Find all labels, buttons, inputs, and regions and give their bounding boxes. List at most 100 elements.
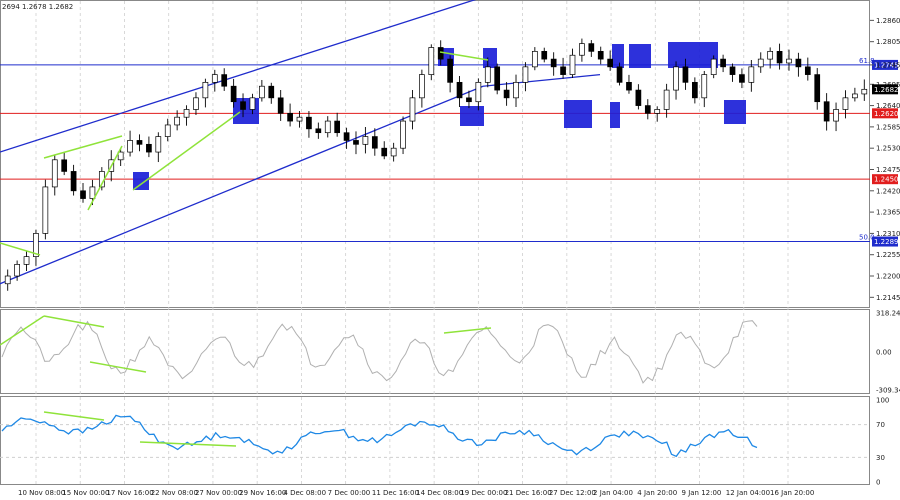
divergence-lines — [0, 51, 489, 256]
signal-zone — [668, 42, 718, 68]
rsi-tick-label: 70 — [876, 421, 885, 429]
candle-body — [14, 264, 20, 277]
candle-body — [4, 275, 11, 285]
candle-body — [701, 74, 708, 99]
candle-body — [852, 93, 858, 99]
candle-body — [334, 120, 341, 134]
candle-body — [456, 81, 463, 99]
x-tick-label: 21 Dec 16:00 — [505, 489, 552, 497]
candle-body — [42, 186, 49, 234]
candle-body — [720, 58, 726, 68]
current-price-text: 1.2682 — [874, 86, 899, 94]
candle-body — [61, 159, 68, 172]
candle-body — [277, 97, 284, 114]
x-tick-label: 27 Dec 12:00 — [549, 489, 596, 497]
candle-body — [211, 74, 218, 83]
x-tick-label: 14 Dec 08:00 — [416, 489, 463, 497]
y-tick-label: 1.2365 — [876, 209, 900, 217]
candle-body — [437, 47, 444, 60]
candle-body — [833, 109, 839, 122]
candle-body — [371, 136, 378, 149]
x-tick-label: 17 Nov 16:00 — [106, 489, 153, 497]
cci-panel-frame — [0, 309, 870, 394]
candle-body — [390, 147, 397, 157]
rsi-tick-label: 100 — [876, 397, 889, 405]
rsi-panel-frame — [0, 396, 870, 485]
candle-body — [447, 58, 453, 83]
candle-body — [221, 74, 228, 87]
channel-upper-line — [0, 0, 477, 153]
candle-body — [541, 51, 548, 60]
candle-body — [466, 97, 472, 103]
candle-body — [635, 89, 642, 106]
x-tick-label: 27 Nov 00:00 — [195, 489, 242, 497]
candle-body — [767, 51, 774, 60]
candle-body — [70, 171, 77, 192]
candle-body — [155, 136, 162, 153]
signal-zone — [629, 44, 651, 68]
candle-body — [315, 128, 322, 134]
candle-body — [626, 81, 632, 91]
fib-label: 50.0 — [859, 234, 875, 242]
candle-body — [343, 132, 350, 141]
y-tick-label: 1.2200 — [876, 273, 900, 281]
y-tick-label: 1.2145 — [876, 294, 900, 302]
x-tick-label: 4 Jan 20:00 — [637, 489, 677, 497]
y-tick-label: 1.2805 — [876, 38, 900, 46]
candle-body — [306, 116, 312, 130]
x-tick-label: 4 Dec 08:00 — [283, 489, 326, 497]
candle-body — [823, 101, 830, 122]
candle-body — [531, 51, 538, 68]
cci-divergence-line — [443, 327, 492, 334]
candle-body — [202, 81, 209, 99]
signal-zones — [133, 42, 746, 190]
candle-body — [644, 105, 651, 114]
candle-body — [240, 101, 246, 110]
candle-body — [249, 97, 256, 110]
x-tick-label: 19 Dec 00:00 — [460, 489, 507, 497]
candle-body — [786, 58, 792, 64]
x-tick-label: 12 Jan 04:00 — [726, 489, 770, 497]
candle-body — [513, 81, 519, 99]
candle-body — [739, 74, 745, 83]
x-tick-label: 11 Dec 16:00 — [372, 489, 419, 497]
cci-divergence-line — [43, 315, 105, 328]
candle-body — [673, 66, 679, 91]
y-tick-label: 1.2310 — [876, 230, 900, 238]
candle-body — [588, 43, 595, 52]
candle-body — [663, 89, 670, 110]
candle-body — [127, 140, 133, 153]
cci-divergence-line — [0, 315, 45, 346]
candle-body — [522, 66, 529, 83]
y-tick-label: 1.2585 — [876, 123, 900, 131]
candle-body — [164, 124, 171, 137]
candle-body — [193, 97, 199, 110]
level-price-text: 1.2620 — [874, 110, 899, 118]
candle-body — [230, 85, 237, 103]
candle-body — [419, 74, 425, 99]
ohlc-readout: 2694 1.2678 1.2682 — [2, 3, 73, 11]
cci-indicator: 318.248 0.00 -309.347 — [0, 310, 900, 395]
candlesticks — [4, 38, 868, 291]
y-tick-label: 1.2255 — [876, 251, 900, 259]
candle-body — [259, 85, 265, 99]
candle-body — [287, 112, 293, 122]
cci-line — [1, 320, 758, 384]
x-tick-label: 16 Jan 20:00 — [770, 489, 814, 497]
candle-body — [550, 58, 557, 68]
x-tick-label: 7 Dec 00:00 — [328, 489, 371, 497]
candle-body — [51, 159, 58, 188]
x-tick-label: 15 Nov 00:00 — [62, 489, 109, 497]
y-tick-label: 1.2640 — [876, 102, 900, 110]
y-tick-label: 1.2860 — [876, 17, 900, 25]
signal-zone — [460, 106, 484, 126]
horizontal-levels: 1.274561.8 1.2620 1.2450 1.228950.0 — [0, 57, 899, 247]
level-price-text: 1.2289 — [874, 238, 899, 246]
channel-lower-extension — [482, 73, 601, 87]
candle-body — [814, 74, 821, 103]
rsi-divergence-line — [43, 411, 105, 421]
cci-tick-label: 0.00 — [876, 349, 892, 357]
candle-body — [757, 58, 764, 68]
x-tick-label: 2 Jan 04:00 — [593, 489, 633, 497]
candle-body — [136, 140, 143, 145]
